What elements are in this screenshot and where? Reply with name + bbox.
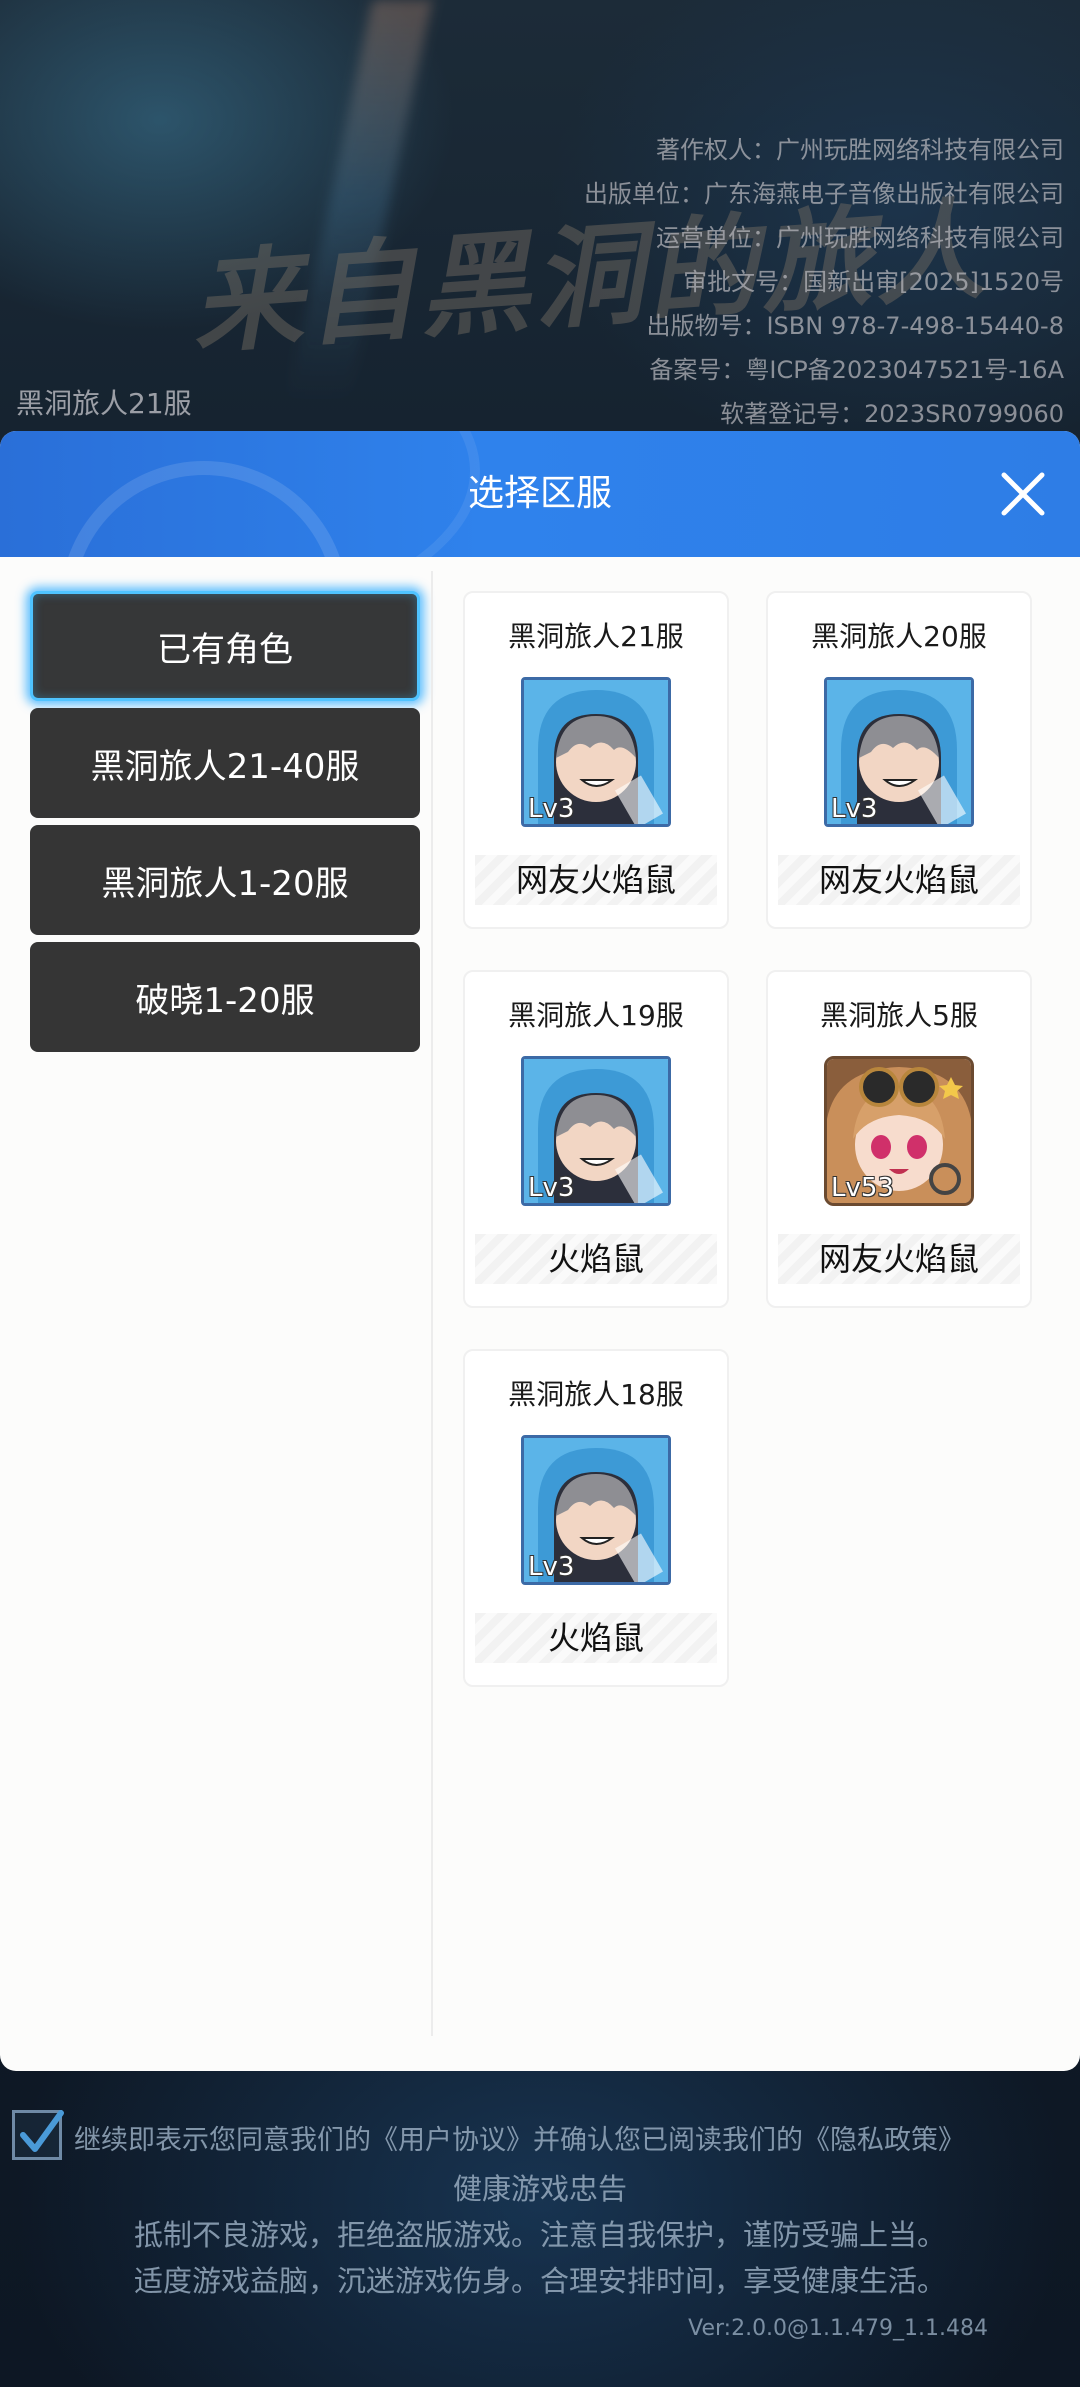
health-line: 适度游戏益脑，沉迷游戏伤身。合理安排时间，享受健康生活。 bbox=[133, 2264, 946, 2298]
role-card[interactable]: 黑洞旅人18服 Lv3 火焰鼠 bbox=[463, 1349, 729, 1687]
role-name: 网友火焰鼠 bbox=[515, 861, 676, 899]
credit-line: 出版物号：ISBN 978-7-498-15440-8 bbox=[646, 312, 1064, 340]
role-card[interactable]: 黑洞旅人21服 Lv3 网友火焰鼠 bbox=[463, 591, 729, 929]
credit-line: 备案号：粤ICP备2023047521号-16A bbox=[649, 356, 1064, 384]
server-group-tabs: 已有角色 黑洞旅人21-40服 黑洞旅人1-20服 破晓1-20服 bbox=[30, 591, 420, 1059]
role-server-name: 黑洞旅人18服 bbox=[508, 1378, 684, 1411]
hooded-boy-avatar: Lv3 bbox=[521, 1056, 671, 1206]
tab-server-1-20[interactable]: 黑洞旅人1-20服 bbox=[30, 825, 420, 935]
hooded-boy-avatar: Lv3 bbox=[521, 1435, 671, 1585]
role-level: Lv3 bbox=[831, 794, 878, 824]
user-agreement-link[interactable]: 《用户协议》 bbox=[371, 2125, 533, 2156]
credit-line: 出版单位：广东海燕电子音像出版社有限公司 bbox=[584, 180, 1064, 208]
tab-poxiao-1-20[interactable]: 破晓1-20服 bbox=[30, 942, 420, 1052]
server-select-dialog: 选择区服 已有角色 黑洞旅人21-40服 黑洞旅人1-20服 破晓1-20服 黑… bbox=[0, 431, 1080, 2071]
agree-checkbox[interactable] bbox=[12, 2110, 64, 2160]
role-name: 火焰鼠 bbox=[547, 1240, 644, 1278]
column-divider bbox=[431, 571, 433, 2036]
dialog-title: 选择区服 bbox=[467, 473, 612, 514]
close-button[interactable] bbox=[996, 467, 1050, 521]
role-server-name: 黑洞旅人5服 bbox=[820, 999, 978, 1032]
credit-line: 运营单位：广州玩胜网络科技有限公司 bbox=[656, 224, 1064, 252]
agree-middle: 并确认您已阅读我们的 bbox=[533, 2125, 803, 2156]
agree-prefix: 继续即表示您同意我们的 bbox=[74, 2125, 371, 2156]
checkmark-icon bbox=[20, 2110, 64, 2152]
role-level: Lv3 bbox=[528, 1552, 575, 1582]
version-label: Ver:2.0.0@1.1.479_1.1.484 bbox=[688, 2316, 988, 2341]
role-card[interactable]: 黑洞旅人19服 Lv3 火焰鼠 bbox=[463, 970, 729, 1308]
role-server-name: 黑洞旅人21服 bbox=[508, 620, 684, 653]
credit-line: 软著登记号：2023SR0799060 bbox=[720, 400, 1064, 428]
role-name: 网友火焰鼠 bbox=[818, 1240, 979, 1278]
dialog-header: 选择区服 bbox=[0, 431, 1080, 557]
health-line: 抵制不良游戏，拒绝盗版游戏。注意自我保护，谨防受骗上当。 bbox=[133, 2218, 946, 2252]
role-card[interactable]: 黑洞旅人20服 Lv3 网友火焰鼠 bbox=[766, 591, 1032, 929]
agreement-row: 继续即表示您同意我们的《用户协议》并确认您已阅读我们的《隐私政策》 bbox=[12, 2110, 1072, 2162]
role-name: 网友火焰鼠 bbox=[818, 861, 979, 899]
health-advisory: 健康游戏忠告 抵制不良游戏，拒绝盗版游戏。注意自我保护，谨防受骗上当。 适度游戏… bbox=[0, 2166, 1080, 2304]
hooded-boy-avatar: Lv3 bbox=[824, 677, 974, 827]
role-level: Lv3 bbox=[528, 1173, 575, 1203]
tab-server-21-40[interactable]: 黑洞旅人21-40服 bbox=[30, 708, 420, 818]
hooded-boy-avatar: Lv3 bbox=[521, 677, 671, 827]
close-icon bbox=[1001, 472, 1045, 516]
role-level: Lv3 bbox=[528, 794, 575, 824]
role-name: 火焰鼠 bbox=[547, 1619, 644, 1657]
role-server-name: 黑洞旅人20服 bbox=[811, 620, 987, 653]
goggles-girl-avatar: Lv53 bbox=[824, 1056, 974, 1206]
tab-existing-roles[interactable]: 已有角色 bbox=[30, 591, 420, 701]
role-level: Lv53 bbox=[831, 1173, 894, 1203]
health-title: 健康游戏忠告 bbox=[452, 2172, 627, 2206]
agreement-text: 继续即表示您同意我们的《用户协议》并确认您已阅读我们的《隐私政策》 bbox=[74, 2118, 965, 2157]
copyright-credits: 著作权人：广州玩胜网络科技有限公司 出版单位：广东海燕电子音像出版社有限公司 运… bbox=[584, 128, 1064, 436]
role-server-name: 黑洞旅人19服 bbox=[508, 999, 684, 1032]
privacy-policy-link[interactable]: 《隐私政策》 bbox=[803, 2125, 965, 2156]
credit-line: 著作权人：广州玩胜网络科技有限公司 bbox=[656, 136, 1064, 164]
current-server-label: 黑洞旅人21服 bbox=[16, 387, 192, 420]
role-card[interactable]: 黑洞旅人5服 Lv53 网友火焰鼠 bbox=[766, 970, 1032, 1308]
credit-line: 审批文号：国新出审[2025]1520号 bbox=[683, 268, 1064, 296]
